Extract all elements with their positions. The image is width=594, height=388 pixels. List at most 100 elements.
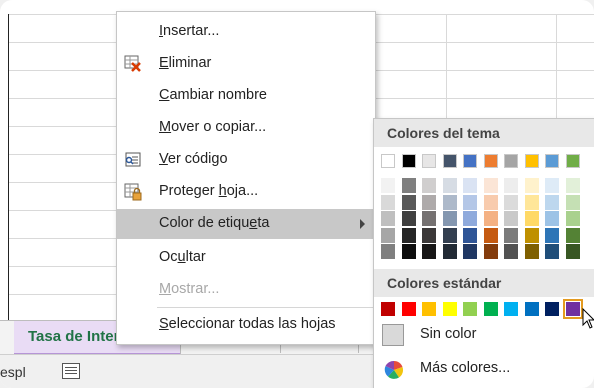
theme-shade-swatch[interactable] xyxy=(483,227,498,243)
theme-shade-swatch[interactable] xyxy=(463,227,477,243)
theme-shade-swatch[interactable] xyxy=(524,244,539,259)
menu-item-label: Ver código xyxy=(159,151,228,167)
standard-color-swatch[interactable] xyxy=(545,302,559,316)
theme-shade-swatch[interactable] xyxy=(401,211,416,226)
theme-shade-swatch[interactable] xyxy=(401,178,416,193)
submenu-arrow-icon xyxy=(360,219,365,229)
theme-shade-swatch[interactable] xyxy=(483,178,498,193)
excel-window: Tasa de Interés Proyectos Hojas espl Ins… xyxy=(0,0,594,388)
theme-shade-swatch[interactable] xyxy=(565,227,580,243)
standard-color-swatch[interactable] xyxy=(381,302,395,316)
tab-color-submenu: Colores del tema Colores estándar Sin co… xyxy=(373,118,594,388)
menu-item-label: Cambiar nombre xyxy=(159,87,267,103)
theme-shade-swatch[interactable] xyxy=(504,194,518,210)
theme-shade-swatch[interactable] xyxy=(483,211,498,226)
standard-color-swatch[interactable] xyxy=(422,302,436,316)
theme-shade-swatch[interactable] xyxy=(442,211,457,226)
theme-shade-swatch[interactable] xyxy=(545,227,559,243)
theme-shade-swatch[interactable] xyxy=(422,194,436,210)
no-color-label: Sin color xyxy=(420,326,477,342)
theme-shade-swatch[interactable] xyxy=(381,178,395,193)
theme-shade-swatch[interactable] xyxy=(504,178,518,193)
theme-color-swatch[interactable] xyxy=(524,154,539,168)
standard-color-swatch[interactable] xyxy=(463,302,477,316)
accessibility-icon[interactable] xyxy=(62,363,80,379)
theme-shade-swatch[interactable] xyxy=(524,178,539,193)
theme-shade-swatch[interactable] xyxy=(401,194,416,210)
standard-color-swatch[interactable] xyxy=(401,302,416,316)
theme-shade-swatch[interactable] xyxy=(381,211,395,226)
more-colors-option[interactable]: Más colores... xyxy=(374,353,594,385)
theme-shade-swatch[interactable] xyxy=(381,194,395,210)
theme-shade-swatch[interactable] xyxy=(463,211,477,226)
menu-item-mostrar: Mostrar... xyxy=(117,276,375,304)
theme-shade-swatch[interactable] xyxy=(565,211,580,226)
view-code-icon xyxy=(123,150,143,170)
menu-item-proteger-hoja[interactable]: Proteger hoja... xyxy=(117,178,375,206)
theme-shade-swatch[interactable] xyxy=(504,227,518,243)
theme-shade-swatch[interactable] xyxy=(463,244,477,259)
theme-shade-swatch[interactable] xyxy=(545,244,559,259)
theme-shade-swatch[interactable] xyxy=(545,211,559,226)
theme-shade-swatch[interactable] xyxy=(524,227,539,243)
theme-color-swatch[interactable] xyxy=(381,154,395,168)
theme-shade-swatch[interactable] xyxy=(381,244,395,259)
menu-item-insertar[interactable]: Insertar... xyxy=(117,18,375,46)
theme-shade-swatch[interactable] xyxy=(422,178,436,193)
theme-shade-swatch[interactable] xyxy=(381,227,395,243)
theme-shade-swatch[interactable] xyxy=(483,194,498,210)
theme-color-swatch[interactable] xyxy=(463,154,477,168)
theme-shade-swatch[interactable] xyxy=(442,244,457,259)
menu-item-color-etiqueta[interactable]: Color de etiqueta xyxy=(117,209,375,239)
theme-shade-swatch[interactable] xyxy=(524,211,539,226)
theme-shade-swatch[interactable] xyxy=(442,178,457,193)
no-color-option[interactable]: Sin color xyxy=(374,319,594,351)
theme-color-swatch[interactable] xyxy=(504,154,518,168)
standard-color-swatch[interactable] xyxy=(562,299,583,319)
menu-item-eliminar[interactable]: Eliminar xyxy=(117,50,375,78)
theme-shade-swatch[interactable] xyxy=(545,178,559,193)
theme-shade-swatch[interactable] xyxy=(463,178,477,193)
menu-item-ocultar[interactable]: Ocultar xyxy=(117,244,375,272)
theme-shade-swatch[interactable] xyxy=(442,227,457,243)
menu-item-ver-codigo[interactable]: Ver código xyxy=(117,146,375,174)
no-color-swatch xyxy=(382,324,404,346)
theme-shade-swatch[interactable] xyxy=(545,194,559,210)
theme-shade-swatch[interactable] xyxy=(442,194,457,210)
theme-shade-swatch[interactable] xyxy=(422,227,436,243)
theme-color-swatch[interactable] xyxy=(565,154,580,168)
menu-item-label: Ocultar xyxy=(159,249,206,265)
theme-color-swatch[interactable] xyxy=(401,154,416,168)
menu-item-label: Insertar... xyxy=(159,23,220,39)
theme-colors-header: Colores del tema xyxy=(374,119,594,147)
sheet-context-menu: Insertar... Eliminar Cambiar nombre Move… xyxy=(116,11,376,345)
standard-color-swatch[interactable] xyxy=(504,302,518,316)
menu-item-seleccionar-todas[interactable]: Seleccionar todas las hojas xyxy=(117,311,375,339)
standard-colors-title: Colores estándar xyxy=(387,275,502,291)
theme-shade-swatch[interactable] xyxy=(422,244,436,259)
theme-shade-swatch[interactable] xyxy=(401,227,416,243)
theme-shade-swatch[interactable] xyxy=(422,211,436,226)
menu-item-mover-copiar[interactable]: Mover o copiar... xyxy=(117,114,375,142)
theme-color-swatch[interactable] xyxy=(483,154,498,168)
theme-shade-swatch[interactable] xyxy=(565,244,580,259)
menu-item-cambiar-nombre[interactable]: Cambiar nombre xyxy=(117,82,375,110)
theme-shade-swatch[interactable] xyxy=(504,211,518,226)
theme-color-swatch[interactable] xyxy=(545,154,559,168)
theme-shade-swatch[interactable] xyxy=(463,194,477,210)
theme-shade-swatch[interactable] xyxy=(565,178,580,193)
standard-color-swatch[interactable] xyxy=(483,302,498,316)
theme-color-swatch[interactable] xyxy=(442,154,457,168)
status-text: espl xyxy=(0,364,26,380)
menu-item-label: Eliminar xyxy=(159,55,212,71)
standard-color-swatch[interactable] xyxy=(524,302,539,316)
theme-shade-swatch[interactable] xyxy=(483,244,498,259)
theme-color-swatch[interactable] xyxy=(422,154,436,168)
grid-left-border xyxy=(8,14,9,354)
theme-shade-swatch[interactable] xyxy=(504,244,518,259)
menu-item-label: Color de etiqueta xyxy=(159,215,270,231)
standard-color-swatch[interactable] xyxy=(442,302,457,316)
theme-shade-swatch[interactable] xyxy=(524,194,539,210)
theme-shade-swatch[interactable] xyxy=(565,194,580,210)
theme-shade-swatch[interactable] xyxy=(401,244,416,259)
